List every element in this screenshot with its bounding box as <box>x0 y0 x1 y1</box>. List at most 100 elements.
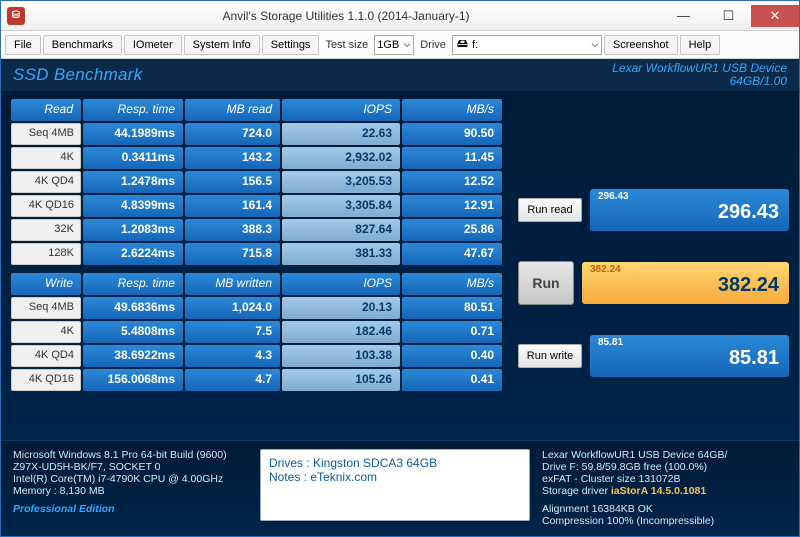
chevron-down-icon <box>403 41 411 49</box>
write-header: Write Resp. time MB written IOPS MB/s <box>11 273 506 295</box>
benchmarks-button[interactable]: Benchmarks <box>43 35 122 55</box>
cell-mbs: 80.51 <box>402 297 502 319</box>
run-write-button[interactable]: Run write <box>518 344 582 368</box>
row-label: 4K QD4 <box>11 345 81 367</box>
row-label: Seq 4MB <box>11 123 81 145</box>
read-score-card: 296.43 296.43 <box>590 189 789 231</box>
cell-resp: 0.3411ms <box>83 147 183 169</box>
run-read-button[interactable]: Run read <box>518 198 582 222</box>
hdr-mbread: MB read <box>185 99 280 121</box>
cell-mbs: 0.41 <box>402 369 502 391</box>
settings-button[interactable]: Settings <box>262 35 320 55</box>
cell-resp: 49.6836ms <box>83 297 183 319</box>
cell-iops: 827.64 <box>282 219 400 241</box>
read-row: 128K2.6224ms715.8381.3347.67 <box>11 243 506 265</box>
app-window: ⛁ Anvil's Storage Utilities 1.1.0 (2014-… <box>0 0 800 537</box>
cell-mbs: 90.50 <box>402 123 502 145</box>
chevron-down-icon <box>591 41 599 49</box>
device-name: Lexar WorkflowUR1 USB Device 64GB/1.00 <box>612 62 787 88</box>
cell-iops: 22.63 <box>282 123 400 145</box>
testsize-select[interactable]: 1GB <box>374 35 414 55</box>
cell-mbs: 0.71 <box>402 321 502 343</box>
cell-mbs: 25.86 <box>402 219 502 241</box>
cell-mb: 7.5 <box>185 321 280 343</box>
benchmark-header: SSD Benchmark Lexar WorkflowUR1 USB Devi… <box>1 59 799 91</box>
write-score: 85.81 <box>600 347 779 370</box>
drive-label: Drive <box>416 39 450 51</box>
cell-iops: 105.26 <box>282 369 400 391</box>
read-row: 4K0.3411ms143.22,932.0211.45 <box>11 147 506 169</box>
total-score-small: 382.24 <box>590 264 621 275</box>
run-button[interactable]: Run <box>518 261 574 305</box>
row-label: 4K <box>11 147 81 169</box>
notes-drives: Drives : Kingston SDCA3 64GB <box>269 456 521 470</box>
help-button[interactable]: Help <box>680 35 721 55</box>
cell-iops: 3,305.84 <box>282 195 400 217</box>
testsize-value: 1GB <box>377 39 399 51</box>
cell-resp: 4.8399ms <box>83 195 183 217</box>
drive-value: f: <box>472 39 478 51</box>
cpu-line: Intel(R) Core(TM) i7-4790K CPU @ 4.00GHz <box>13 473 248 485</box>
file-button[interactable]: File <box>5 35 41 55</box>
close-button[interactable]: ✕ <box>751 5 799 27</box>
drive-select[interactable]: 🖴 f: <box>452 35 602 55</box>
hdr-mbwritten: MB written <box>185 273 280 295</box>
maximize-button[interactable]: ☐ <box>706 5 751 27</box>
hdr-iops: IOPS <box>282 99 400 121</box>
cell-mbs: 12.52 <box>402 171 502 193</box>
alignment-line: Alignment 16384KB OK <box>542 503 787 515</box>
total-score: 382.24 <box>592 274 779 297</box>
iometer-button[interactable]: IOmeter <box>124 35 182 55</box>
cell-resp: 1.2083ms <box>83 219 183 241</box>
cell-iops: 3,205.53 <box>282 171 400 193</box>
side-panel: Run read 296.43 296.43 Run 382.24 382.24… <box>518 99 789 432</box>
hdr-resp: Resp. time <box>83 273 183 295</box>
cell-iops: 2,932.02 <box>282 147 400 169</box>
read-score-small: 296.43 <box>598 191 629 202</box>
screenshot-button[interactable]: Screenshot <box>604 35 678 55</box>
cell-iops: 103.38 <box>282 345 400 367</box>
footer: Microsoft Windows 8.1 Pro 64-bit Build (… <box>1 440 799 536</box>
system-info-button[interactable]: System Info <box>184 35 260 55</box>
read-row: 32K1.2083ms388.3827.6425.86 <box>11 219 506 241</box>
driver-line: Storage driver iaStorA 14.5.0.1081 <box>542 485 787 497</box>
read-score: 296.43 <box>600 201 779 224</box>
minimize-button[interactable]: — <box>661 5 706 27</box>
os-line: Microsoft Windows 8.1 Pro 64-bit Build (… <box>13 449 248 461</box>
cell-mbs: 12.91 <box>402 195 502 217</box>
cell-mb: 143.2 <box>185 147 280 169</box>
filesystem-line: exFAT - Cluster size 131072B <box>542 473 787 485</box>
testsize-label: Test size <box>321 39 372 51</box>
edition-label: Professional Edition <box>13 503 248 515</box>
write-score-small: 85.81 <box>598 337 623 348</box>
read-row: 4K QD41.2478ms156.53,205.5312.52 <box>11 171 506 193</box>
memory-line: Memory : 8,130 MB <box>13 485 248 497</box>
device-line2: 64GB/1.00 <box>612 75 787 88</box>
cell-iops: 182.46 <box>282 321 400 343</box>
notes-box[interactable]: Drives : Kingston SDCA3 64GB Notes : eTe… <box>260 449 530 521</box>
row-label: 32K <box>11 219 81 241</box>
cell-mb: 156.5 <box>185 171 280 193</box>
row-label: 4K <box>11 321 81 343</box>
cell-resp: 38.6922ms <box>83 345 183 367</box>
drive-icon: 🖴 <box>457 35 468 54</box>
row-label: 4K QD16 <box>11 195 81 217</box>
write-score-card: 85.81 85.81 <box>590 335 789 377</box>
cell-mbs: 0.40 <box>402 345 502 367</box>
cell-mb: 388.3 <box>185 219 280 241</box>
cell-mb: 161.4 <box>185 195 280 217</box>
cell-resp: 44.1989ms <box>83 123 183 145</box>
page-title: SSD Benchmark <box>13 65 143 85</box>
toolbar: File Benchmarks IOmeter System Info Sett… <box>1 31 799 59</box>
cell-mb: 4.3 <box>185 345 280 367</box>
write-row: 4K QD438.6922ms4.3103.380.40 <box>11 345 506 367</box>
cell-iops: 381.33 <box>282 243 400 265</box>
app-icon: ⛁ <box>7 7 25 25</box>
row-label: 128K <box>11 243 81 265</box>
notes-notes: Notes : eTeknix.com <box>269 470 521 484</box>
total-score-card: 382.24 382.24 <box>582 262 789 304</box>
system-info: Microsoft Windows 8.1 Pro 64-bit Build (… <box>13 449 248 528</box>
write-row: 4K5.4808ms7.5182.460.71 <box>11 321 506 343</box>
cell-resp: 2.6224ms <box>83 243 183 265</box>
cell-mb: 724.0 <box>185 123 280 145</box>
